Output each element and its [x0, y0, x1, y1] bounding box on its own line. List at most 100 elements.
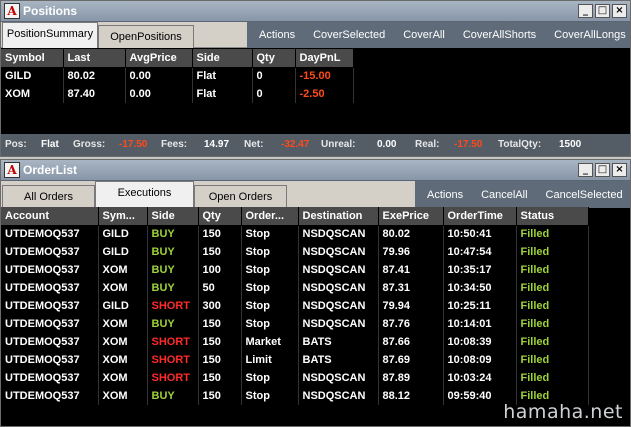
tab-position-summary[interactable]: PositionSummary	[2, 22, 98, 48]
cover-selected-button[interactable]: CoverSelected	[304, 29, 394, 41]
totalqty-label: TotalQty:	[498, 139, 542, 150]
column-header[interactable]: Side	[192, 49, 253, 68]
account-cell: UTDEMOQ537	[1, 261, 99, 279]
order-type-cell: Market	[241, 333, 299, 351]
net-value: -32.47	[281, 139, 310, 150]
column-header[interactable]: Sym...	[98, 207, 148, 226]
status-cell: Filled	[516, 369, 589, 387]
unreal-label: Unreal:	[321, 139, 356, 150]
ordertime-cell: 10:47:54	[443, 243, 517, 261]
status-cell: Filled	[516, 297, 589, 315]
positions-window: A Positions _ □ × PositionSummary OpenPo…	[0, 0, 631, 157]
ordertime-cell: 10:08:09	[443, 351, 517, 369]
side-cell: Flat	[192, 85, 253, 103]
column-header[interactable]: Symbol	[1, 49, 64, 68]
column-header[interactable]: Last	[63, 49, 126, 68]
table-row[interactable]: UTDEMOQ537 XOM SHORT 150 Stop NSDQSCAN 87.89 10…	[1, 369, 589, 387]
table-row[interactable]: UTDEMOQ537 XOM SHORT 150 Market BATS 87.66 10:0…	[1, 333, 589, 351]
symbol-cell: XOM	[98, 387, 148, 405]
column-header[interactable]: AvgPrice	[125, 49, 193, 68]
cancel-selected-button[interactable]: CancelSelected	[537, 189, 631, 201]
qty-cell: 150	[198, 243, 242, 261]
actions-button[interactable]: Actions	[247, 29, 304, 41]
table-row[interactable]: UTDEMOQ537 XOM BUY 150 Stop NSDQSCAN 87.76 10:1…	[1, 315, 589, 333]
maximize-button[interactable]: □	[595, 4, 610, 18]
symbol-cell: GILD	[98, 297, 148, 315]
last-cell: 87.40	[63, 85, 126, 103]
positions-titlebar[interactable]: A Positions _ □ ×	[1, 1, 630, 22]
column-header[interactable]: Qty	[198, 207, 242, 226]
column-header[interactable]: Status	[516, 207, 589, 226]
table-row[interactable]: UTDEMOQ537 XOM BUY 150 Stop NSDQSCAN 88.12 09:5…	[1, 387, 589, 405]
side-cell: SHORT	[147, 351, 199, 369]
orderlist-titlebar[interactable]: A OrderList _ □ ×	[1, 160, 630, 181]
column-header[interactable]: DayPnL	[295, 49, 354, 68]
column-header[interactable]: Side	[147, 207, 199, 226]
cover-all-shorts-button[interactable]: CoverAllShorts	[454, 29, 545, 41]
pos-value: Flat	[41, 139, 59, 150]
exeprice-cell: 87.89	[378, 369, 444, 387]
gross-value: -17.50	[119, 139, 148, 150]
close-button[interactable]: ×	[612, 4, 627, 18]
tab-all-orders[interactable]: All Orders	[2, 185, 95, 208]
orderlist-toolbar: Actions CancelAll CancelSelected	[415, 181, 630, 208]
symbol-cell: XOM	[98, 351, 148, 369]
symbol-cell: XOM	[98, 333, 148, 351]
table-row[interactable]: UTDEMOQ537 GILD BUY 150 Stop NSDQSCAN 79.96 10:…	[1, 243, 589, 261]
exeprice-cell: 88.12	[378, 387, 444, 405]
real-value: -17.50	[454, 139, 483, 150]
ordertime-cell: 10:14:01	[443, 315, 517, 333]
orderlist-window: A OrderList _ □ × All Orders Executions …	[0, 159, 631, 427]
tab-open-positions[interactable]: OpenPositions	[98, 25, 194, 48]
qty-cell: 0	[252, 85, 296, 103]
positions-header-row: Symbol Last AvgPrice Side Qty DayPnL	[1, 49, 354, 68]
symbol-cell: GILD	[98, 243, 148, 261]
ordertime-cell: 10:35:17	[443, 261, 517, 279]
qty-cell: 50	[198, 279, 242, 297]
order-type-cell: Stop	[241, 369, 299, 387]
symbol-cell: GILD	[98, 225, 148, 243]
table-row[interactable]: UTDEMOQ537 XOM BUY 100 Stop NSDQSCAN 87.41 10:3…	[1, 261, 589, 279]
cover-all-button[interactable]: CoverAll	[394, 29, 454, 41]
status-cell: Filled	[516, 333, 589, 351]
net-label: Net:	[244, 139, 264, 150]
tab-open-orders[interactable]: Open Orders	[194, 185, 287, 208]
exeprice-cell: 80.02	[378, 225, 444, 243]
unreal-value: 0.00	[377, 139, 397, 150]
account-cell: UTDEMOQ537	[1, 297, 99, 315]
column-header[interactable]: OrderTime	[443, 207, 517, 226]
table-row[interactable]: UTDEMOQ537 GILD BUY 150 Stop NSDQSCAN 80.02 10:…	[1, 225, 589, 243]
destination-cell: BATS	[298, 333, 379, 351]
destination-cell: NSDQSCAN	[298, 387, 379, 405]
cover-all-longs-button[interactable]: CoverAllLongs	[545, 29, 631, 41]
column-header[interactable]: Order...	[241, 207, 299, 226]
avgprice-cell: 0.00	[125, 85, 193, 103]
exeprice-cell: 87.41	[378, 261, 444, 279]
destination-cell: NSDQSCAN	[298, 225, 379, 243]
minimize-button[interactable]: _	[578, 163, 593, 177]
close-button[interactable]: ×	[612, 163, 627, 177]
table-row[interactable]: XOM 87.40 0.00 Flat 0 -2.50	[1, 85, 354, 103]
column-header[interactable]: Account	[1, 207, 99, 226]
minimize-button[interactable]: _	[578, 4, 593, 18]
side-cell: SHORT	[147, 333, 199, 351]
cancel-all-button[interactable]: CancelAll	[472, 189, 536, 201]
app-logo-icon: A	[4, 3, 20, 19]
positions-table: Symbol Last AvgPrice Side Qty DayPnL GIL…	[1, 49, 354, 103]
side-cell: BUY	[147, 243, 199, 261]
daypnl-cell: -2.50	[295, 85, 354, 103]
table-row[interactable]: GILD 80.02 0.00 Flat 0 -15.00	[1, 67, 354, 85]
maximize-button[interactable]: □	[595, 163, 610, 177]
table-row[interactable]: UTDEMOQ537 XOM BUY 50 Stop NSDQSCAN 87.31 10:34…	[1, 279, 589, 297]
table-row[interactable]: UTDEMOQ537 GILD SHORT 300 Stop NSDQSCAN 79.94 1…	[1, 297, 589, 315]
actions-button[interactable]: Actions	[415, 189, 472, 201]
column-header[interactable]: Destination	[298, 207, 379, 226]
column-header[interactable]: Qty	[252, 49, 296, 68]
tab-executions[interactable]: Executions	[95, 181, 194, 207]
column-header[interactable]: ExePrice	[378, 207, 444, 226]
order-type-cell: Stop	[241, 225, 299, 243]
table-row[interactable]: UTDEMOQ537 XOM SHORT 150 Limit BATS 87.69 10:08…	[1, 351, 589, 369]
qty-cell: 300	[198, 297, 242, 315]
side-cell: SHORT	[147, 369, 199, 387]
orderlist-title: OrderList	[23, 163, 78, 177]
